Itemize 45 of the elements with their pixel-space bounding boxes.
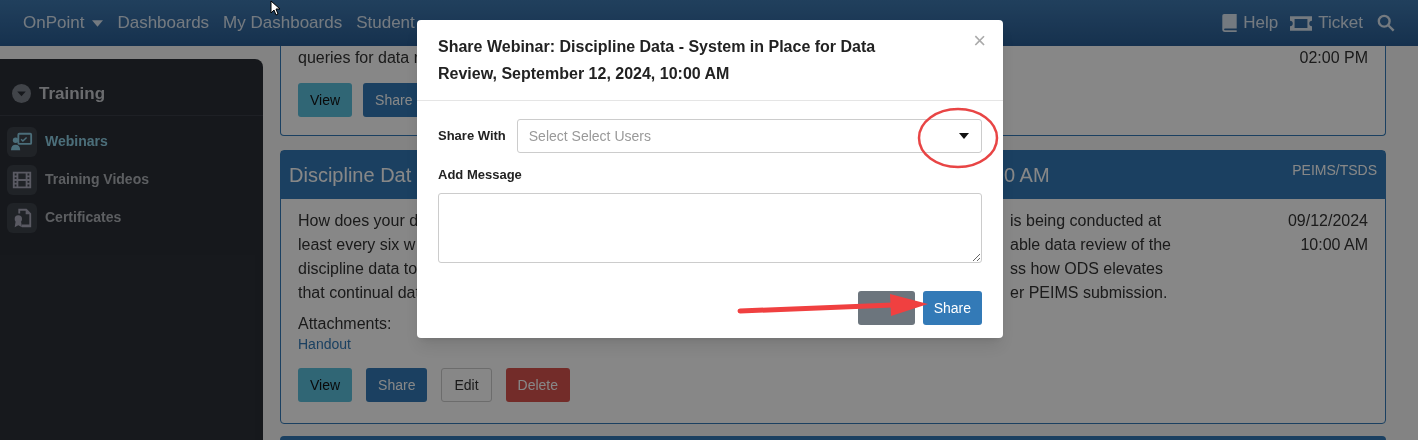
nav-link[interactable]: My Dashboards xyxy=(223,10,343,36)
nav-link[interactable]: Dashboards xyxy=(117,10,210,36)
cursor-icon xyxy=(270,0,281,16)
date-text: 09/12/2024 xyxy=(1287,212,1368,229)
category-label: PEIMS/TSDS xyxy=(1292,161,1377,180)
field-label: Share With xyxy=(438,127,506,146)
section-title: Training xyxy=(39,83,106,105)
ticket-icon xyxy=(1290,15,1313,31)
presentation-icon xyxy=(11,130,33,153)
card-title: 0 AM xyxy=(1004,163,1050,188)
time-text: 02:00 PM xyxy=(1298,48,1368,68)
description-text: ss how ODS elevates xyxy=(1010,259,1163,279)
help-link[interactable]: Help xyxy=(1222,10,1279,36)
description-text: is being conducted at xyxy=(1010,211,1162,231)
brand-menu[interactable]: OnPoint xyxy=(23,10,104,36)
view-button[interactable]: View xyxy=(298,368,353,402)
dialog-title: Share Webinar: Discipline Data - System in Place for Data Review, September 12, 2024, 10:00 AM xyxy=(438,37,877,84)
description-text: able data review of the xyxy=(1010,235,1171,255)
search-icon[interactable] xyxy=(1377,14,1395,32)
message-field[interactable] xyxy=(438,193,982,263)
card-title: Discipline Dat xyxy=(289,164,412,186)
sidebar-item[interactable]: Webinars xyxy=(7,126,256,157)
nav-link[interactable]: Student xyxy=(356,10,415,36)
description-text: discipline data to xyxy=(298,260,418,277)
user-select[interactable]: Select Select Users xyxy=(516,119,982,153)
caret-icon xyxy=(92,19,104,27)
caret-icon xyxy=(959,133,969,139)
delete-button[interactable]: Delete xyxy=(505,368,571,402)
attachments-label: Attachments: xyxy=(298,314,393,334)
close-button[interactable]: × xyxy=(973,29,986,53)
description-text: er PEIMS submission. xyxy=(1010,283,1168,303)
collapse-icon[interactable] xyxy=(12,84,31,104)
time-text: 10:00 AM xyxy=(1300,236,1368,253)
field-label: Add Message xyxy=(438,166,523,184)
share-button[interactable]: Share xyxy=(366,368,428,402)
description-text: least every six w xyxy=(298,236,416,253)
view-button[interactable]: View xyxy=(298,83,353,117)
attachment-link[interactable]: Handout xyxy=(298,334,1178,354)
description-text: How does your d xyxy=(298,212,419,229)
sidebar-item[interactable]: Certificates xyxy=(7,202,256,233)
share-button[interactable]: Share xyxy=(922,291,982,325)
ticket-link[interactable]: Ticket xyxy=(1290,10,1363,36)
sidebar-item[interactable]: Training Videos xyxy=(7,164,256,195)
edit-button[interactable]: Edit xyxy=(441,368,492,402)
book-icon xyxy=(1222,14,1238,32)
